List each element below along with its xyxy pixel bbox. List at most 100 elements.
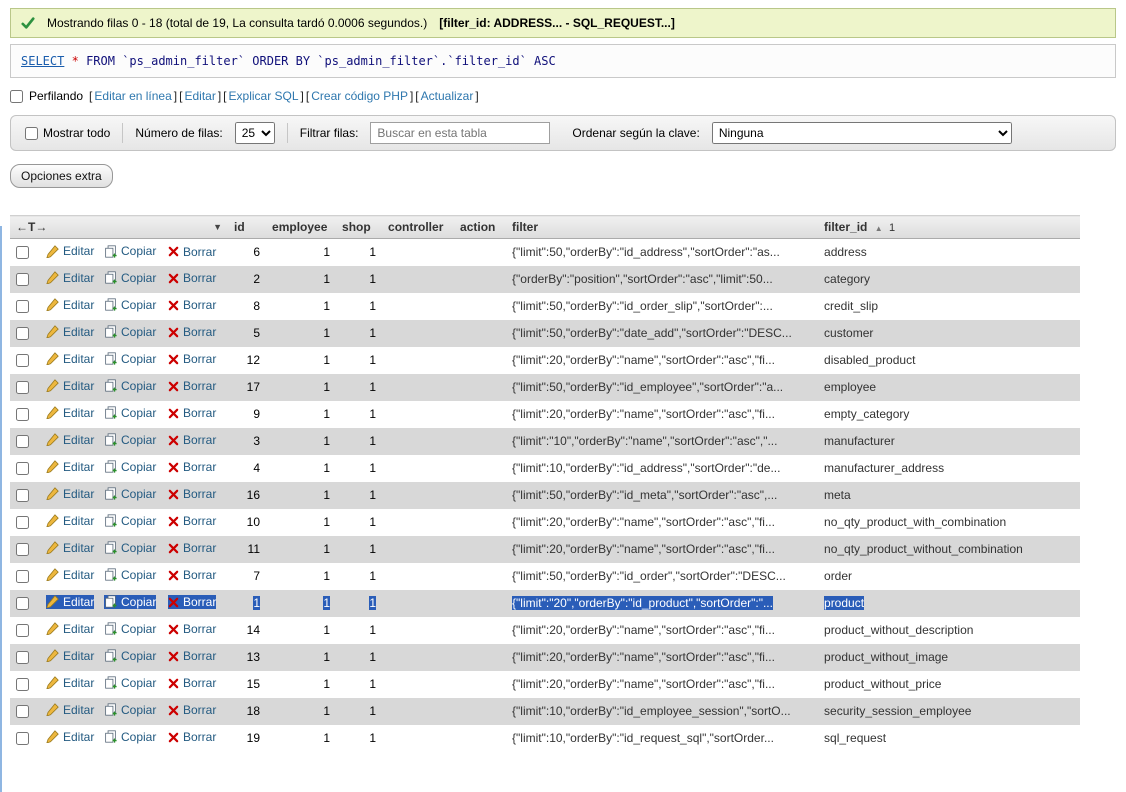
profiling-link[interactable]: Explicar SQL: [229, 89, 299, 103]
del-link[interactable]: Borrar: [183, 433, 216, 447]
del-link[interactable]: Borrar: [183, 514, 216, 528]
edit-link[interactable]: Editar: [63, 595, 94, 609]
copy-link[interactable]: Copiar: [121, 379, 156, 393]
row-checkbox[interactable]: [16, 300, 29, 314]
copy-link[interactable]: Copiar: [121, 325, 156, 339]
edit-link[interactable]: Editar: [63, 406, 94, 420]
row-checkbox[interactable]: [16, 489, 29, 503]
edit-link[interactable]: Editar: [63, 298, 94, 312]
cell-checkbox: [10, 347, 40, 374]
row-checkbox[interactable]: [16, 381, 29, 395]
del-link[interactable]: Borrar: [183, 487, 216, 501]
row-checkbox[interactable]: [16, 327, 29, 341]
sql-select-link[interactable]: SELECT: [21, 54, 64, 68]
del-link[interactable]: Borrar: [183, 730, 216, 744]
row-checkbox[interactable]: [16, 408, 29, 422]
header-filter[interactable]: filter: [506, 215, 819, 239]
profiling-link[interactable]: Actualizar: [421, 89, 474, 103]
edit-link[interactable]: Editar: [63, 541, 94, 555]
edit-link[interactable]: Editar: [63, 514, 94, 528]
row-checkbox[interactable]: [16, 273, 29, 287]
copy-link[interactable]: Copiar: [121, 271, 156, 285]
profiling-link[interactable]: Editar: [184, 89, 215, 103]
del-link[interactable]: Borrar: [183, 406, 216, 420]
edit-link[interactable]: Editar: [63, 730, 94, 744]
del-link[interactable]: Borrar: [183, 649, 216, 663]
copy-link[interactable]: Copiar: [121, 433, 156, 447]
rows-per-page-select[interactable]: 25: [234, 122, 275, 144]
copy-link[interactable]: Copiar: [121, 298, 156, 312]
header-id[interactable]: id: [228, 215, 267, 239]
row-checkbox[interactable]: [16, 462, 29, 476]
row-checkbox[interactable]: [16, 624, 29, 638]
row-checkbox[interactable]: [16, 543, 29, 557]
header-controller[interactable]: controller: [382, 215, 455, 239]
copy-link[interactable]: Copiar: [121, 622, 156, 636]
sort-key-select[interactable]: Ninguna: [711, 122, 1012, 144]
del-link[interactable]: Borrar: [183, 271, 216, 285]
row-checkbox[interactable]: [16, 246, 29, 260]
header-employee[interactable]: employee: [266, 215, 337, 239]
edit-link[interactable]: Editar: [63, 703, 94, 717]
header-filter-id[interactable]: filter_id ▲ 1: [818, 215, 1080, 239]
del-link[interactable]: Borrar: [183, 703, 216, 717]
edit-link[interactable]: Editar: [63, 379, 94, 393]
copy-link[interactable]: Copiar: [121, 649, 156, 663]
profiling-link[interactable]: Crear código PHP: [311, 89, 408, 103]
row-checkbox[interactable]: [16, 651, 29, 665]
edit-link[interactable]: Editar: [63, 244, 94, 258]
row-checkbox[interactable]: [16, 678, 29, 692]
edit-link[interactable]: Editar: [63, 622, 94, 636]
copy-link[interactable]: Copiar: [121, 460, 156, 474]
row-checkbox[interactable]: [16, 354, 29, 368]
edit-link[interactable]: Editar: [63, 568, 94, 582]
copy-link[interactable]: Copiar: [121, 703, 156, 717]
filter-rows-input[interactable]: [370, 122, 551, 144]
profiling-checkbox[interactable]: [10, 89, 23, 103]
copy-link[interactable]: Copiar: [121, 244, 156, 258]
copy-link[interactable]: Copiar: [121, 541, 156, 555]
edit-link[interactable]: Editar: [63, 460, 94, 474]
row-checkbox[interactable]: [16, 435, 29, 449]
copy-link[interactable]: Copiar: [121, 676, 156, 690]
edit-link[interactable]: Editar: [63, 487, 94, 501]
options-caret-icon[interactable]: ▼: [213, 222, 222, 232]
del-link[interactable]: Borrar: [183, 595, 216, 609]
row-checkbox[interactable]: [16, 705, 29, 719]
copy-link[interactable]: Copiar: [121, 568, 156, 582]
row-checkbox[interactable]: [16, 570, 29, 584]
del-link[interactable]: Borrar: [183, 298, 216, 312]
edit-link[interactable]: Editar: [63, 271, 94, 285]
del-link[interactable]: Borrar: [183, 379, 216, 393]
row-checkbox[interactable]: [16, 597, 29, 611]
del-link[interactable]: Borrar: [183, 325, 216, 339]
copy-link[interactable]: Copiar: [121, 514, 156, 528]
del-link[interactable]: Borrar: [183, 352, 216, 366]
edit-link[interactable]: Editar: [63, 676, 94, 690]
copy-link[interactable]: Copiar: [121, 595, 156, 609]
edit-link[interactable]: Editar: [63, 433, 94, 447]
copy-link[interactable]: Copiar: [121, 730, 156, 744]
edit-link[interactable]: Editar: [63, 352, 94, 366]
show-all-checkbox[interactable]: [25, 126, 38, 140]
edit-link[interactable]: Editar: [63, 325, 94, 339]
header-shop[interactable]: shop: [336, 215, 383, 239]
copy-link[interactable]: Copiar: [121, 487, 156, 501]
del-link[interactable]: Borrar: [183, 622, 216, 636]
del-link[interactable]: Borrar: [183, 568, 216, 582]
profiling-link[interactable]: Editar en línea: [94, 89, 171, 103]
row-checkbox[interactable]: [16, 516, 29, 530]
del-link[interactable]: Borrar: [183, 676, 216, 690]
header-action[interactable]: action: [454, 215, 507, 239]
del-link[interactable]: Borrar: [183, 541, 216, 555]
copy-link[interactable]: Copiar: [121, 406, 156, 420]
row-checkbox[interactable]: [16, 732, 29, 746]
extra-options-button[interactable]: Opciones extra: [10, 164, 113, 188]
del-link[interactable]: Borrar: [183, 460, 216, 474]
copy-link[interactable]: Copiar: [121, 352, 156, 366]
header-row-actions[interactable]: ←T→ ▼: [10, 215, 229, 239]
edit-link[interactable]: Editar: [63, 649, 94, 663]
header-filter-id-label[interactable]: filter_id: [824, 220, 867, 234]
del-link[interactable]: Borrar: [183, 245, 216, 259]
column-options-arrows[interactable]: ←T→: [16, 220, 47, 234]
